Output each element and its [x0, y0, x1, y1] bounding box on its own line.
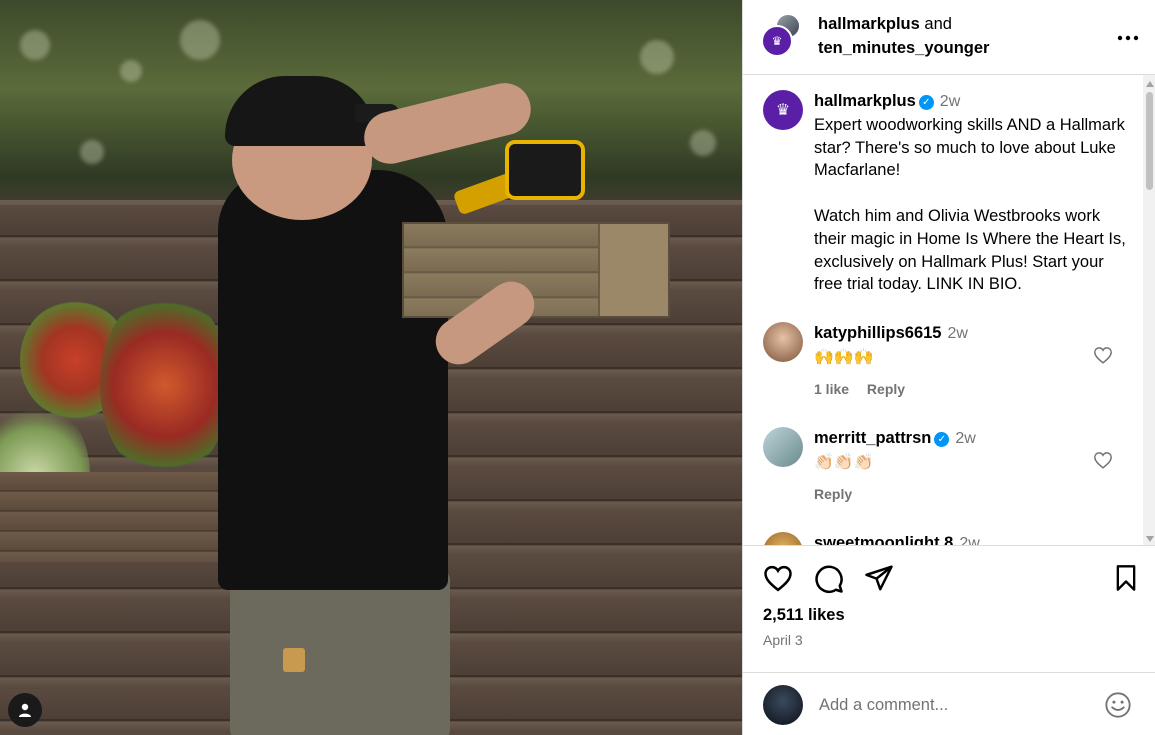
post-actions: 2,511 likes April 3 [743, 546, 1155, 673]
comment-body: katyphillips6615 2w 🙌🙌🙌 1 like Reply [814, 322, 1094, 400]
comment-text: 👏🏻👏🏻👏🏻 [814, 454, 874, 471]
post-photo[interactable] [0, 0, 742, 735]
collab-names: hallmarkplus and ten_minutes_younger [818, 12, 989, 60]
photo-decor [180, 20, 220, 60]
heart-icon [1094, 452, 1112, 469]
photo-decor [20, 30, 50, 60]
photo-decor [120, 60, 142, 82]
likes-count[interactable]: 2,511 likes [763, 606, 845, 625]
send-icon [865, 565, 893, 591]
caption-text: Expert woodworking skills AND a Hallmark… [814, 115, 1126, 294]
like-button[interactable] [763, 564, 793, 597]
avatar[interactable] [763, 427, 803, 467]
comment-time[interactable]: 2w [959, 535, 979, 545]
comment-meta: 1 like Reply [814, 378, 1094, 400]
tagged-users-button[interactable] [8, 693, 42, 727]
comment-time[interactable]: 2w [955, 430, 975, 447]
comment-username[interactable]: katyphillips6615 [814, 324, 941, 342]
save-button[interactable] [1114, 564, 1138, 597]
photo-decor [640, 40, 674, 74]
photo-pants-patch [283, 648, 305, 672]
scrollbar-thumb[interactable] [1146, 92, 1153, 190]
comments-scroll-area[interactable]: ♛ hallmarkplus ✓ 2w Expert woodworking ski… [743, 75, 1155, 546]
comment-item: sweetmoonlight.8 2w [763, 532, 1133, 545]
post-side-panel: ♛ hallmarkplus and ten_minutes_younger ♛… [742, 0, 1155, 735]
collab-avatars[interactable]: ♛ [761, 13, 805, 57]
scrollbar[interactable] [1143, 75, 1155, 545]
comment-like-button[interactable] [1093, 451, 1113, 474]
avatar[interactable] [763, 532, 803, 545]
photo-planter-box [0, 472, 255, 562]
comment-likes[interactable]: 1 like [814, 381, 849, 397]
photo-person-pants [230, 570, 450, 735]
heart-icon [764, 565, 792, 592]
hallmark-crown-icon[interactable]: ♛ [761, 25, 793, 57]
comment-button[interactable] [814, 564, 844, 599]
comment-body: sweetmoonlight.8 2w [814, 532, 1094, 545]
header-and-text: and [924, 15, 952, 33]
comment-like-button[interactable] [1093, 346, 1113, 369]
caption-body: hallmarkplus ✓ 2w Expert woodworking skill… [814, 90, 1134, 296]
bookmark-icon [1116, 565, 1136, 591]
hallmark-crown-icon[interactable]: ♛ [763, 90, 803, 130]
photo-decor [690, 130, 716, 156]
heart-icon [1094, 347, 1112, 364]
header-username-1[interactable]: hallmarkplus [818, 15, 920, 33]
comment-text: 🙌🙌🙌 [814, 349, 874, 366]
photo-small-planter [402, 222, 670, 318]
comment-body: merritt_pattrsn ✓ 2w 👏🏻👏🏻👏🏻 Reply [814, 427, 1094, 505]
comment-item: merritt_pattrsn ✓ 2w 👏🏻👏🏻👏🏻 Reply [763, 427, 1133, 527]
add-comment-input[interactable] [819, 691, 1079, 719]
caption-username[interactable]: hallmarkplus [814, 92, 916, 110]
post-header: ♛ hallmarkplus and ten_minutes_younger [743, 0, 1155, 75]
photo-drill [445, 132, 595, 216]
photo-decor [80, 140, 104, 164]
comment-meta: Reply [814, 483, 1094, 505]
caption-time[interactable]: 2w [940, 93, 960, 110]
verified-badge-icon: ✓ [918, 95, 934, 110]
photo-person-cap [225, 76, 375, 146]
verified-badge-icon: ✓ [934, 432, 950, 447]
more-horizontal-icon [1117, 35, 1139, 41]
more-options-button[interactable] [1117, 24, 1139, 47]
comment-time[interactable]: 2w [947, 325, 967, 342]
avatar [763, 685, 803, 725]
reply-button[interactable]: Reply [814, 486, 852, 502]
comment-bubble-icon [815, 565, 843, 593]
smiley-icon [1105, 692, 1131, 718]
comment-item: katyphillips6615 2w 🙌🙌🙌 1 like Reply [763, 322, 1133, 422]
add-comment-bar [743, 673, 1155, 735]
scroll-up-arrow-icon[interactable] [1146, 81, 1154, 87]
header-username-2[interactable]: ten_minutes_younger [818, 39, 989, 57]
avatar[interactable] [763, 322, 803, 362]
reply-button[interactable]: Reply [867, 381, 905, 397]
comment-username[interactable]: merritt_pattrsn [814, 429, 931, 447]
comment-username[interactable]: sweetmoonlight.8 [814, 534, 953, 545]
post-date[interactable]: April 3 [763, 632, 803, 648]
share-button[interactable] [864, 564, 894, 597]
user-icon [19, 703, 31, 717]
photo-plant [100, 290, 230, 480]
scroll-down-arrow-icon[interactable] [1146, 536, 1154, 542]
emoji-button[interactable] [1104, 691, 1132, 724]
